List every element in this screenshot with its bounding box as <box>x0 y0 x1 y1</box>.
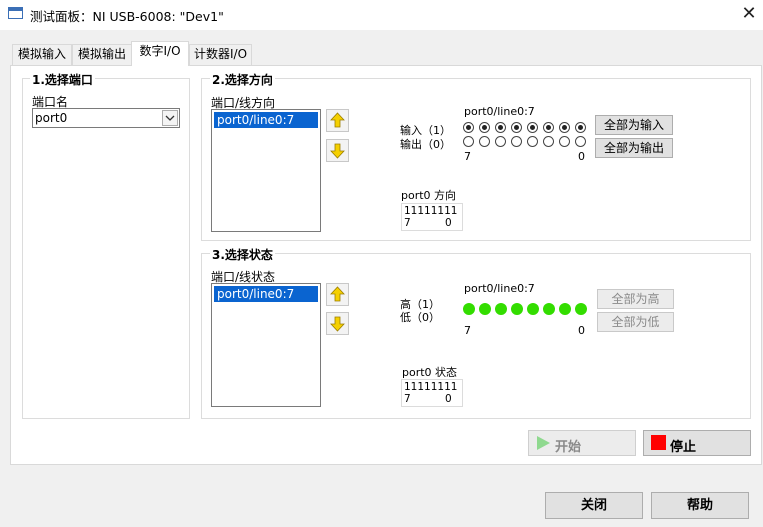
close-button[interactable]: 关闭 <box>545 492 643 519</box>
input-radio[interactable] <box>575 122 586 133</box>
title-bar: 测试面板：NI USB-6008: "Dev1" ✕ <box>0 0 763 30</box>
state-summary-low: 0 <box>445 393 452 405</box>
low-label: 低（0） <box>400 311 440 324</box>
output-radio[interactable] <box>495 136 506 147</box>
arrow-up-icon <box>330 286 345 302</box>
input-radio[interactable] <box>527 122 538 133</box>
select-state-title: 3.选择状态 <box>210 246 275 263</box>
port-name-select[interactable]: port0 <box>32 108 180 128</box>
output-radio[interactable] <box>479 136 490 147</box>
direction-summary-high: 7 <box>404 217 411 229</box>
output-radio[interactable] <box>575 136 586 147</box>
direction-bit-low: 0 <box>578 150 585 163</box>
input-radio[interactable] <box>495 122 506 133</box>
state-line-range: port0/line0:7 <box>464 282 535 295</box>
tab-digital-io[interactable]: 数字I/O <box>131 41 189 66</box>
all-input-button[interactable]: 全部为输入 <box>595 115 673 135</box>
state-led-indicator[interactable] <box>511 303 523 315</box>
state-move-up-button[interactable] <box>326 283 349 306</box>
state-led-indicator[interactable] <box>527 303 539 315</box>
tab-analog-input[interactable]: 模拟输入 <box>12 44 72 65</box>
output-radio[interactable] <box>559 136 570 147</box>
stop-button[interactable]: 停止 <box>643 430 751 456</box>
move-down-button[interactable] <box>326 139 349 162</box>
move-up-button[interactable] <box>326 109 349 132</box>
window-title: 测试面板：NI USB-6008: "Dev1" <box>30 9 224 24</box>
output-radio[interactable] <box>511 136 522 147</box>
start-button[interactable]: 开始 <box>528 430 636 456</box>
state-led-indicator[interactable] <box>575 303 587 315</box>
all-low-button[interactable]: 全部为低 <box>597 312 674 332</box>
output-radio[interactable] <box>463 136 474 147</box>
all-high-button[interactable]: 全部为高 <box>597 289 674 309</box>
list-item[interactable]: port0/line0:7 <box>214 286 318 302</box>
list-item[interactable]: port0/line0:7 <box>214 112 318 128</box>
direction-list[interactable]: port0/line0:7 <box>211 109 321 232</box>
select-direction-title: 2.选择方向 <box>210 71 275 88</box>
direction-summary-box: 11111111 7 0 <box>401 203 463 231</box>
close-window-button[interactable]: ✕ <box>738 3 760 25</box>
output-radio[interactable] <box>543 136 554 147</box>
state-bit-high: 7 <box>464 324 471 337</box>
state-list[interactable]: port0/line0:7 <box>211 283 321 407</box>
state-bit-low: 0 <box>578 324 585 337</box>
select-port-group <box>22 78 190 419</box>
state-move-down-button[interactable] <box>326 312 349 335</box>
input-radio[interactable] <box>463 122 474 133</box>
state-led-indicator[interactable] <box>495 303 507 315</box>
state-led-indicator[interactable] <box>479 303 491 315</box>
direction-summary-label: port0 方向 <box>401 189 457 202</box>
help-button[interactable]: 帮助 <box>651 492 749 519</box>
tab-counter-io[interactable]: 计数器I/O <box>189 44 252 65</box>
output-radio[interactable] <box>527 136 538 147</box>
direction-summary-low: 0 <box>445 217 452 229</box>
all-output-button[interactable]: 全部为输出 <box>595 138 673 158</box>
chevron-down-icon[interactable] <box>162 110 178 126</box>
state-led-indicator[interactable] <box>559 303 571 315</box>
input-radio[interactable] <box>559 122 570 133</box>
output-label: 输出（0） <box>400 138 451 151</box>
arrow-down-icon <box>330 316 345 332</box>
arrow-down-icon <box>330 143 345 159</box>
port-name-value: port0 <box>35 111 68 125</box>
select-port-title: 1.选择端口 <box>30 71 95 88</box>
state-summary-box: 11111111 7 0 <box>401 379 463 407</box>
start-label: 开始 <box>555 440 582 455</box>
arrow-up-icon <box>330 112 345 128</box>
input-radio[interactable] <box>511 122 522 133</box>
state-led-indicator[interactable] <box>463 303 475 315</box>
tab-analog-output[interactable]: 模拟输出 <box>72 44 132 65</box>
state-summary-value: 11111111 <box>404 381 458 393</box>
app-window-icon <box>8 7 23 19</box>
stop-icon <box>651 435 666 450</box>
input-radio[interactable] <box>543 122 554 133</box>
play-icon <box>537 436 550 450</box>
state-summary-high: 7 <box>404 393 411 405</box>
direction-line-range: port0/line0:7 <box>464 105 535 118</box>
state-led-indicator[interactable] <box>543 303 555 315</box>
state-summary-label: port0 状态 <box>402 366 458 379</box>
stop-label: 停止 <box>670 440 697 455</box>
direction-bit-high: 7 <box>464 150 471 163</box>
input-radio[interactable] <box>479 122 490 133</box>
direction-summary-value: 11111111 <box>404 205 458 217</box>
